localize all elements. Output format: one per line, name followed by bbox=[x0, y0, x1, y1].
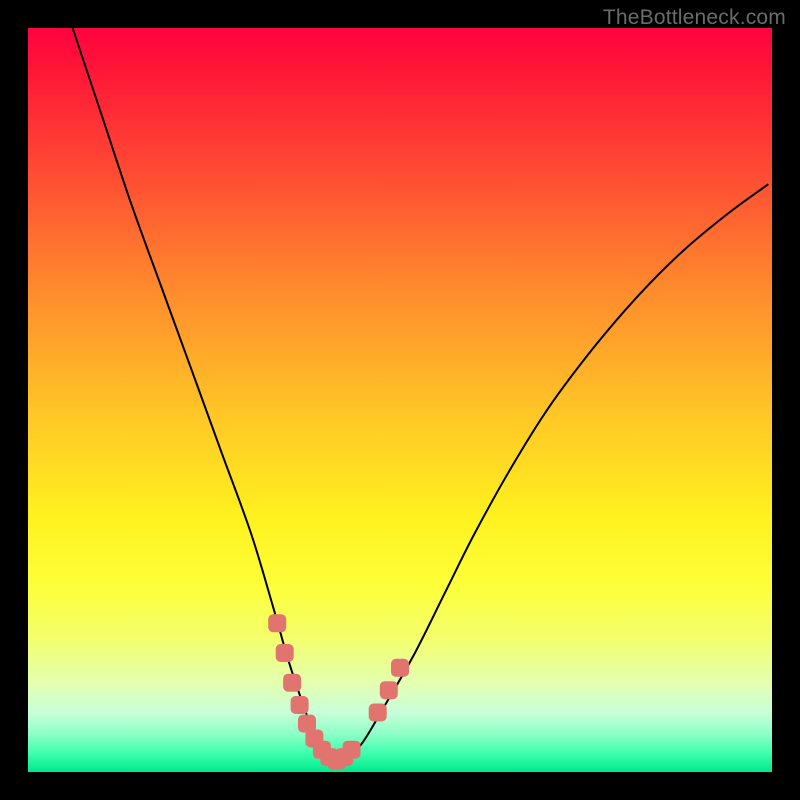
gradient-plot-area bbox=[28, 28, 772, 772]
bottleneck-curve bbox=[73, 28, 769, 761]
watermark-text: TheBottleneck.com bbox=[603, 6, 786, 30]
marker-dot bbox=[268, 614, 286, 632]
marker-dot bbox=[291, 696, 309, 714]
highlight-markers bbox=[268, 614, 409, 770]
plot-svg bbox=[28, 28, 772, 772]
marker-dot bbox=[391, 659, 409, 677]
marker-dot bbox=[276, 644, 294, 662]
marker-dot bbox=[380, 681, 398, 699]
marker-dot bbox=[283, 674, 301, 692]
marker-dot bbox=[369, 704, 387, 722]
marker-dot bbox=[343, 741, 361, 759]
